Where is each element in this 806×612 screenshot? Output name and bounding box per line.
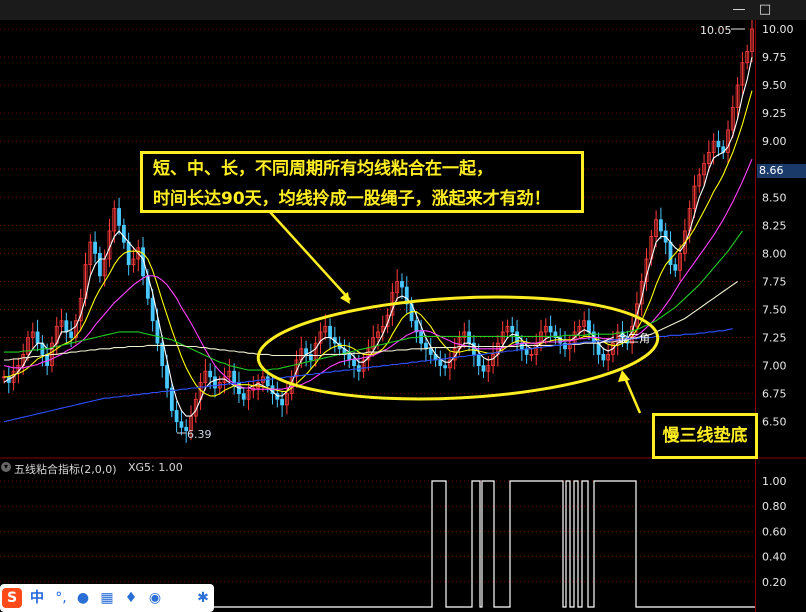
candle-down <box>169 387 174 411</box>
indicator-title: 五线粘合指标(2,0,0) <box>14 463 117 476</box>
indicator-tick-label: 0.20 <box>762 576 787 589</box>
candle-down <box>587 320 591 333</box>
y-tick-label: 7.00 <box>762 360 787 373</box>
y-tick-label: 6.75 <box>762 388 787 401</box>
current-price-tag: 8.66 <box>757 164 806 178</box>
candle-down <box>241 393 246 400</box>
y-tick-label: 9.75 <box>762 51 787 64</box>
candle-down <box>476 353 481 367</box>
y-tick-label: 6.50 <box>762 416 787 429</box>
microphone-icon[interactable]: ● <box>73 588 93 608</box>
candle-down <box>121 224 126 243</box>
indicator-tick-label: 0.80 <box>762 500 787 513</box>
candle-down <box>232 370 237 383</box>
keyboard-icon[interactable]: ▦ <box>97 588 117 608</box>
candle-down <box>424 342 428 350</box>
indicator-tick-label: 0.60 <box>762 525 787 538</box>
candle-down <box>174 410 179 423</box>
ime-chinese-toggle[interactable]: 中 <box>27 588 47 608</box>
y-tick-label: 9.00 <box>762 135 787 148</box>
slow-lines-note: 慢三线垫底 <box>652 413 758 459</box>
indicator-tick-label: 1.00 <box>762 475 787 488</box>
y-tick-label: 7.50 <box>762 304 787 317</box>
indicator-tick-label: 0.40 <box>762 551 787 564</box>
y-tick-label: 10.00 <box>762 23 794 36</box>
ime-toolbar: S 中 °, ● ▦ ♦ ◉ ✱ <box>0 584 214 612</box>
punctuation-toggle[interactable]: °, <box>51 588 71 608</box>
candle-down <box>208 370 213 378</box>
candle-down <box>601 353 606 361</box>
s-logo-icon[interactable]: S <box>2 588 22 608</box>
candle-down <box>160 342 165 367</box>
chart-window: — □ 10.009.759.509.259.008.758.508.258.0… <box>0 0 806 612</box>
collapse-icon[interactable]: ▾ <box>1 462 11 472</box>
more-icon[interactable]: ✱ <box>193 588 213 608</box>
candle-down <box>179 421 184 428</box>
ma-line-ma10 <box>4 90 753 397</box>
candle-down <box>716 140 721 148</box>
title-bar: — □ <box>0 0 806 20</box>
minimize-button[interactable]: — <box>726 0 752 20</box>
candle-down <box>69 331 74 338</box>
golden-triangle-label: 金三角 <box>617 332 650 345</box>
candle-down <box>524 348 529 355</box>
candle-down <box>428 348 433 355</box>
candle-down <box>165 365 169 389</box>
indicator-value: XG5: 1.00 <box>128 461 183 474</box>
candle-down <box>35 331 40 344</box>
arrow-head <box>618 370 630 382</box>
shirt-icon[interactable]: ♦ <box>121 588 141 608</box>
candle-down <box>45 353 50 367</box>
consolidation-note: 短、中、长，不同周期所有均线粘合在一起， 时间长达90天，均线拎成一股绳子，涨起… <box>140 151 584 213</box>
candle-down <box>673 264 678 271</box>
candle-down <box>265 376 270 387</box>
candle-down <box>400 281 404 288</box>
candle-down <box>97 252 102 277</box>
y-tick-label: 9.25 <box>762 107 787 120</box>
low-price-label: 6.39 <box>187 428 212 441</box>
note-line-2: 时间长达90天，均线拎成一股绳子，涨起来才有劲！ <box>153 189 551 209</box>
high-price-label: 10.05 <box>700 24 732 37</box>
price-axis-divider <box>755 20 756 612</box>
game-icon[interactable]: ◉ <box>145 588 165 608</box>
candle-down <box>481 365 486 372</box>
note-line-1: 短、中、长，不同周期所有均线粘合在一起， <box>153 159 493 179</box>
candle-down <box>443 365 448 369</box>
candle-down <box>280 398 285 406</box>
candle-down <box>467 331 472 344</box>
candle-down <box>126 241 131 266</box>
restore-button[interactable]: □ <box>752 0 778 20</box>
candle-down <box>548 325 553 333</box>
y-tick-label: 8.25 <box>762 219 787 232</box>
candle-down <box>510 325 515 333</box>
ma-line-ma5 <box>3 56 753 417</box>
candle-down <box>347 353 352 361</box>
candle-down <box>352 359 356 366</box>
candle-down <box>155 320 160 344</box>
arrow-to-slow-lines <box>623 377 642 414</box>
chart-canvas[interactable]: 10.009.759.509.259.008.758.508.258.007.7… <box>0 20 806 612</box>
y-tick-label: 9.50 <box>762 79 787 92</box>
y-tick-label: 8.50 <box>762 191 787 204</box>
y-tick-label: 7.75 <box>762 275 787 288</box>
candle-down <box>93 241 98 254</box>
candle-down <box>658 219 663 232</box>
arrow-to-ellipse <box>269 211 351 301</box>
candle-down <box>64 320 69 333</box>
candle-down <box>668 241 673 266</box>
candle-down <box>150 297 155 322</box>
candle-down <box>419 331 424 344</box>
candle-down <box>438 359 443 366</box>
candle-down <box>328 325 332 338</box>
candle-down <box>213 376 217 389</box>
y-tick-label: 8.00 <box>762 247 787 260</box>
y-tick-label: 7.25 <box>762 332 787 345</box>
candle-down <box>117 208 121 226</box>
